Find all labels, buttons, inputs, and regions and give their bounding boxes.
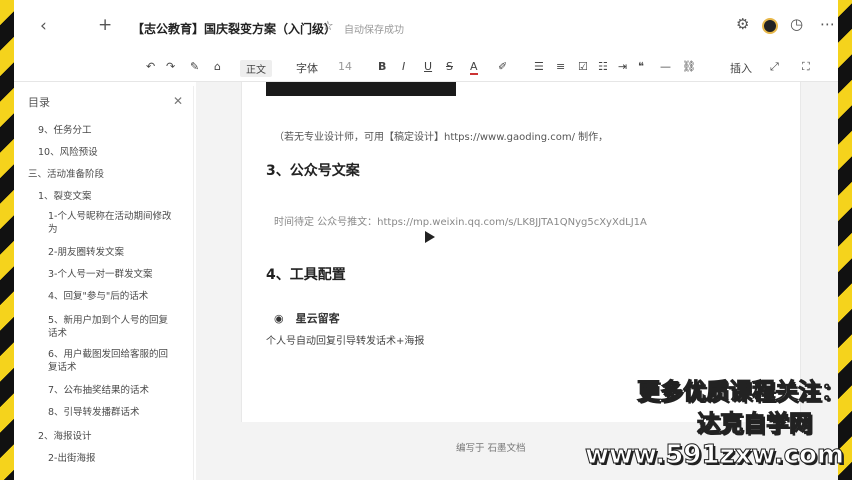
toc-item[interactable]: 4、回复"参与"后的话术 xyxy=(48,290,148,303)
save-status: 自动保存成功 xyxy=(344,25,404,36)
toc-item[interactable]: 2-朋友圈转发文案 xyxy=(48,246,124,259)
tool-item[interactable]: ◉ 星云留客 xyxy=(274,310,340,326)
format-painter-icon[interactable]: ⌂ xyxy=(214,60,221,73)
quote-icon[interactable]: ❝ xyxy=(638,60,644,73)
plus-icon[interactable]: + xyxy=(98,15,112,35)
paragraph[interactable]: （若无专业设计师，可用【稿定设计】https://www.gaoding.com… xyxy=(274,128,608,143)
toc-item[interactable]: 2、海报设计 xyxy=(38,430,92,443)
ordered-list-icon[interactable]: ☰ xyxy=(534,60,544,73)
toc-item[interactable]: 10、风险预设 xyxy=(38,146,98,159)
expand-icon[interactable]: ⤢ xyxy=(770,60,779,74)
toc-item[interactable]: 2-出街海报 xyxy=(48,452,95,465)
font-color-icon[interactable]: A xyxy=(470,60,478,75)
toc-item[interactable]: 9、任务分工 xyxy=(38,124,92,137)
toc-item[interactable]: 5、新用户加到个人号的回复话术 xyxy=(48,314,170,340)
toc-item[interactable]: 3-个人号一对一群发文案 xyxy=(48,268,152,281)
toc-item[interactable]: 1-个人号昵称在活动期间修改为 xyxy=(48,210,178,236)
close-icon[interactable]: ✕ xyxy=(173,94,183,108)
undo-icon[interactable]: ↶ xyxy=(146,60,155,73)
checklist-icon[interactable]: ☑ xyxy=(578,60,588,73)
toc-item[interactable]: 7、公布抽奖结果的话术 xyxy=(48,384,149,397)
toc-title: 目录 xyxy=(28,96,50,109)
watermark-line: 更多优质课程关注： xyxy=(637,379,845,406)
title-bar: ‹ + 【志公教育】国庆裂变方案（入门级） ☆ 自动保存成功 ⚙ ◷ ⋯ xyxy=(14,0,838,52)
toc-item[interactable]: 6、用户截图发回给客服的回复话术 xyxy=(48,348,174,374)
footer-text: 编写于 石墨文档 xyxy=(456,443,526,454)
embedded-image[interactable] xyxy=(266,82,456,96)
paragraph[interactable]: 个人号自动回复引导转发话术+海报 xyxy=(266,332,424,347)
bullet-icon: ◉ xyxy=(274,312,284,325)
toc-sidebar: 目录 ✕ 9、任务分工 10、风险预设 三、活动准备阶段 1、裂变文案 1-个人… xyxy=(22,86,194,480)
font-size-select[interactable]: 14 xyxy=(338,60,352,73)
style-select[interactable]: 正文 xyxy=(240,60,272,77)
link-icon[interactable]: ⛓ xyxy=(682,60,696,73)
indent-icon[interactable]: ⇥ xyxy=(618,60,627,73)
watermark-line: 达克自学网 xyxy=(697,411,813,438)
settings-icon[interactable]: ⚙ xyxy=(736,15,749,33)
insert-button[interactable]: 插入 xyxy=(730,60,752,76)
toc-item[interactable]: 1、裂变文案 xyxy=(38,190,92,203)
heading[interactable]: 3、公众号文案 xyxy=(266,160,360,180)
link-paragraph[interactable]: 时间待定 公众号推文：https://mp.weixin.qq.com/s/LK… xyxy=(274,213,647,228)
chevron-left-icon[interactable]: ‹ xyxy=(40,16,47,36)
avatar[interactable] xyxy=(762,18,778,34)
font-select[interactable]: 字体 xyxy=(296,60,318,76)
history-icon[interactable]: ◷ xyxy=(790,15,803,33)
play-cursor-icon xyxy=(425,231,435,243)
tool-item-label: 星云留客 xyxy=(295,312,340,325)
document-title[interactable]: 【志公教育】国庆裂变方案（入门级） xyxy=(132,20,336,37)
more-icon[interactable]: ⋯ xyxy=(820,15,835,33)
italic-icon[interactable]: I xyxy=(402,60,405,73)
fullscreen-icon[interactable]: ⛶ xyxy=(802,60,810,74)
toc-item[interactable]: 三、活动准备阶段 xyxy=(28,168,104,181)
underline-icon[interactable]: U xyxy=(424,60,432,73)
divider-icon[interactable]: — xyxy=(660,60,671,73)
highlight-icon[interactable]: ✐ xyxy=(498,60,507,73)
document-page[interactable]: （若无专业设计师，可用【稿定设计】https://www.gaoding.com… xyxy=(241,82,801,422)
star-icon[interactable]: ☆ xyxy=(322,19,334,34)
align-icon[interactable]: ☷ xyxy=(598,60,608,73)
bullet-list-icon[interactable]: ≡ xyxy=(556,60,565,73)
watermark-url: www.591zxw.com xyxy=(584,440,844,471)
toc-item[interactable]: 8、引导转发播群话术 xyxy=(48,406,140,419)
heading[interactable]: 4、工具配置 xyxy=(266,264,346,284)
format-toolbar: ↶ ↷ ✎ ⌂ 正文 字体 14 B I U S A ✐ ☰ ≡ ☑ ☷ ⇥ ❝… xyxy=(14,52,838,82)
bold-icon[interactable]: B xyxy=(378,60,386,73)
redo-icon[interactable]: ↷ xyxy=(166,60,175,73)
strikethrough-icon[interactable]: S xyxy=(446,60,453,73)
clear-format-icon[interactable]: ✎ xyxy=(190,60,199,73)
toc-header: 目录 ✕ xyxy=(28,94,183,114)
